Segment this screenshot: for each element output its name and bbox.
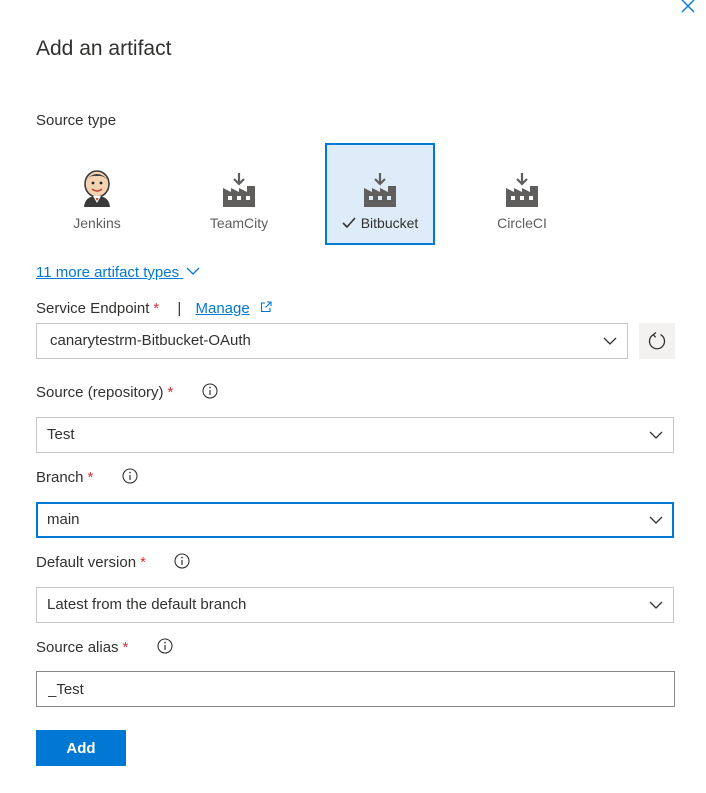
branch-label-row: Branch * [36, 468, 138, 486]
source-alias-input[interactable] [36, 671, 675, 707]
source-type-picker: Jenkins TeamCity Bitbucket CircleCI [36, 143, 636, 247]
refresh-button[interactable] [639, 323, 675, 359]
branch-label: Branch [36, 469, 84, 486]
chevron-down-icon [649, 601, 663, 609]
source-type-bitbucket-name: Bitbucket [342, 215, 419, 231]
default-version-label: Default version [36, 554, 137, 571]
source-type-label: Source type [36, 112, 117, 129]
service-endpoint-label: Service Endpoint [36, 300, 150, 317]
chevron-down-icon [649, 516, 663, 524]
more-artifact-types-link[interactable]: 11 more artifact types [36, 264, 200, 281]
required-marker: * [167, 384, 174, 401]
add-button[interactable]: Add [36, 730, 126, 766]
source-alias-label-row: Source alias * [36, 638, 173, 656]
source-repository-label-row: Source (repository) * [36, 383, 218, 401]
build-factory-icon [362, 170, 398, 208]
manage-link[interactable]: Manage [196, 300, 250, 317]
build-factory-icon [221, 170, 257, 208]
checkmark-icon [342, 217, 356, 229]
branch-value: main [47, 511, 80, 528]
info-icon[interactable] [121, 468, 138, 484]
chevron-down-icon [186, 267, 200, 275]
close-button[interactable] [676, 0, 700, 16]
default-version-dropdown[interactable]: Latest from the default branch [36, 587, 674, 623]
chevron-down-icon [603, 337, 617, 345]
source-type-jenkins[interactable]: Jenkins [42, 143, 152, 245]
info-icon[interactable] [174, 553, 190, 569]
source-type-bitbucket-label: Bitbucket [360, 215, 419, 231]
info-icon[interactable] [157, 638, 173, 654]
source-type-teamcity-label: TeamCity [209, 215, 269, 231]
jenkins-icon [79, 170, 115, 208]
required-marker: * [122, 639, 129, 656]
source-repository-value: Test [47, 426, 75, 443]
default-version-value: Latest from the default branch [47, 596, 247, 613]
build-factory-icon [504, 170, 540, 208]
required-marker: * [87, 469, 94, 486]
source-type-circleci[interactable]: CircleCI [467, 143, 577, 245]
source-type-jenkins-label: Jenkins [73, 215, 121, 231]
source-type-bitbucket[interactable]: Bitbucket [325, 143, 435, 245]
service-endpoint-value: canarytestrm-Bitbucket-OAuth [50, 332, 251, 349]
label-separator: | [177, 300, 182, 317]
service-endpoint-label-row: Service Endpoint * | Manage [36, 300, 272, 317]
external-link-icon [260, 301, 272, 313]
source-repository-label: Source (repository) [36, 384, 164, 401]
chevron-down-icon [649, 431, 663, 439]
service-endpoint-dropdown[interactable]: canarytestrm-Bitbucket-OAuth [36, 323, 628, 359]
default-version-label-row: Default version * [36, 553, 190, 571]
more-artifact-types-label: 11 more artifact types [36, 264, 180, 281]
branch-dropdown[interactable]: main [36, 502, 674, 538]
info-icon[interactable] [202, 383, 218, 399]
panel-title: Add an artifact [36, 37, 172, 60]
required-marker: * [153, 300, 160, 317]
refresh-icon [648, 331, 666, 350]
source-type-circleci-label: CircleCI [497, 215, 547, 231]
required-marker: * [140, 554, 146, 571]
source-type-teamcity[interactable]: TeamCity [184, 143, 294, 245]
source-alias-label: Source alias [36, 639, 119, 656]
close-icon [681, 0, 695, 13]
source-repository-dropdown[interactable]: Test [36, 417, 674, 453]
